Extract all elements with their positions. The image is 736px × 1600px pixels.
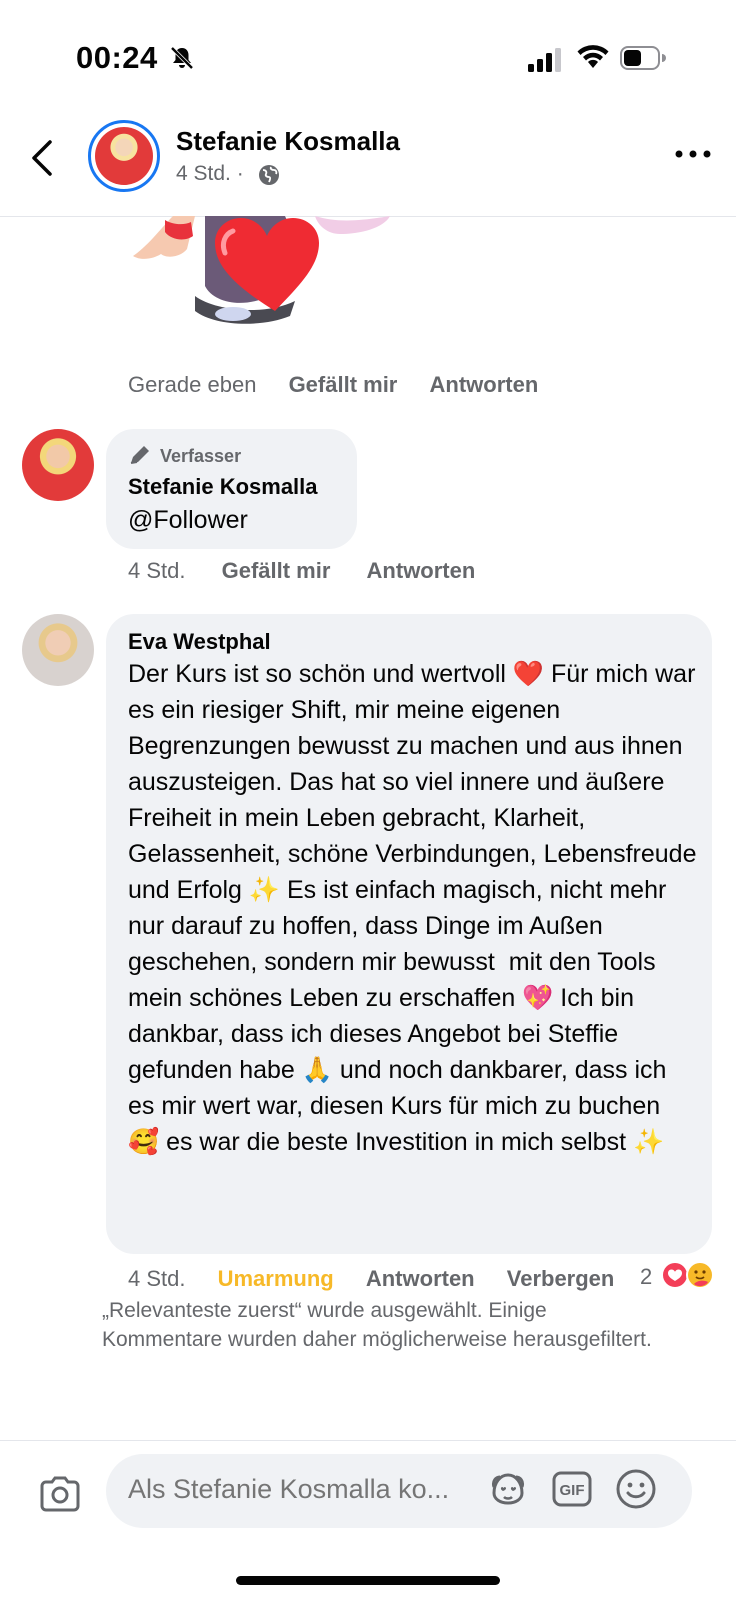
comment-time: 4 Std. xyxy=(128,1266,186,1291)
wifi-icon xyxy=(577,45,609,68)
back-arrow-icon[interactable] xyxy=(28,138,58,178)
commenter-avatar[interactable] xyxy=(22,429,94,501)
heart-hug-sticker xyxy=(133,216,390,324)
hug-reaction-button[interactable]: Umarmung xyxy=(218,1266,334,1291)
comment-text: Der Kurs ist so schön und wertvoll ❤️ Fü… xyxy=(128,660,697,1156)
reply-button[interactable]: Antworten xyxy=(366,1266,475,1291)
commenter-avatar[interactable] xyxy=(22,614,94,686)
svg-text:GIF: GIF xyxy=(560,1482,585,1499)
comment-input[interactable] xyxy=(128,1474,478,1505)
emoji-icon[interactable] xyxy=(614,1467,658,1511)
comment-author[interactable]: Eva Westphal xyxy=(128,629,271,655)
sticker-actions: Gerade eben Gefällt mir Antworten xyxy=(128,372,538,398)
avatar-sticker-icon[interactable] xyxy=(486,1467,530,1511)
comment-author[interactable]: Stefanie Kosmalla xyxy=(128,474,318,500)
gif-icon[interactable]: GIF xyxy=(550,1467,594,1511)
sticker-time: Gerade eben xyxy=(128,372,257,397)
comment-actions: 4 Std. Gefällt mir Antworten xyxy=(128,558,475,584)
author-avatar[interactable] xyxy=(88,120,160,192)
reaction-count[interactable]: 2 xyxy=(640,1264,652,1290)
battery-icon xyxy=(620,46,666,70)
globe-icon xyxy=(259,165,279,185)
cellular-signal-icon xyxy=(528,48,561,72)
filter-note: „Relevanteste zuerst“ wurde ausgewählt. … xyxy=(102,1299,652,1351)
pencil-icon xyxy=(130,446,149,464)
more-options-icon[interactable] xyxy=(674,142,712,166)
composer-divider xyxy=(0,1440,736,1441)
like-button[interactable]: Gefällt mir xyxy=(289,372,398,397)
author-name[interactable]: Stefanie Kosmalla xyxy=(176,126,400,157)
comment-time: 4 Std. xyxy=(128,558,186,583)
mute-bell-icon xyxy=(170,46,194,70)
reaction-icons[interactable] xyxy=(660,1260,716,1290)
like-button[interactable]: Gefällt mir xyxy=(222,558,331,583)
comment-text: @Follower xyxy=(128,506,248,534)
reply-button[interactable]: Antworten xyxy=(367,558,476,583)
reply-button[interactable]: Antworten xyxy=(430,372,539,397)
hide-button[interactable]: Verbergen xyxy=(507,1266,615,1291)
status-time: 00:24 xyxy=(76,40,158,75)
camera-icon[interactable] xyxy=(38,1474,82,1514)
author-badge: Verfasser xyxy=(160,446,242,466)
comment-actions: 4 Std. Umarmung Antworten Verbergen xyxy=(128,1266,614,1292)
post-time: 4 Std. · xyxy=(176,162,244,185)
home-indicator[interactable] xyxy=(236,1576,500,1585)
